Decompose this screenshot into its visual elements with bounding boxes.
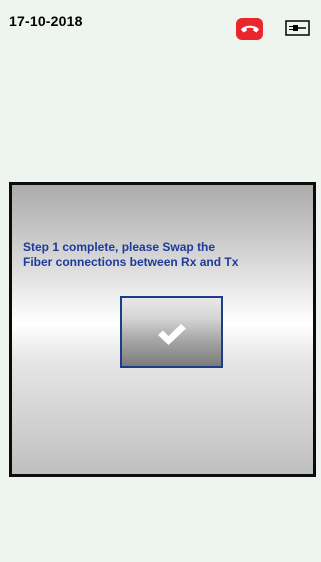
date-label: 17-10-2018 [9,13,83,29]
power-plug-icon [285,20,311,36]
confirm-button[interactable] [120,296,223,368]
dialog-message: Step 1 complete, please Swap the Fiber c… [23,240,308,270]
dialog-message-line: Fiber connections between Rx and Tx [23,255,239,269]
phone-handset-icon [240,25,259,33]
end-call-icon[interactable] [236,18,263,40]
checkmark-icon [157,324,186,345]
status-bar: 17-10-2018 [0,0,321,44]
swap-fiber-dialog: Step 1 complete, please Swap the Fiber c… [9,182,316,477]
dialog-message-line: Step 1 complete, please Swap the [23,240,216,254]
